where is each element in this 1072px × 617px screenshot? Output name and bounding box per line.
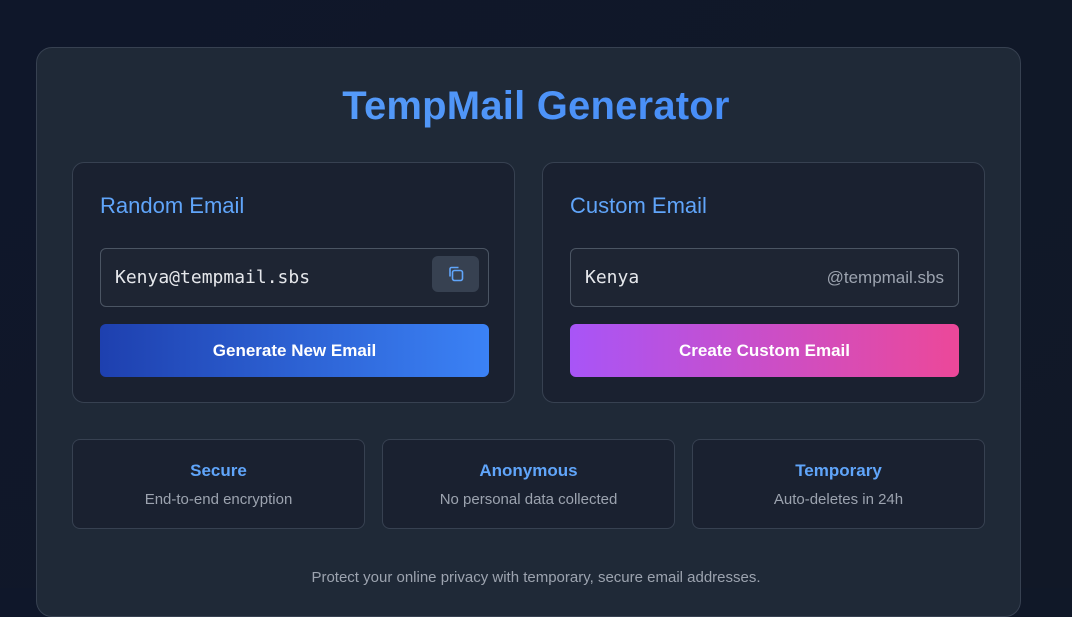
feature-card-anonymous: Anonymous No personal data collected [382, 439, 675, 529]
custom-email-panel: Custom Email Kenya @tempmail.sbs Create … [542, 162, 985, 403]
feature-card-secure: Secure End-to-end encryption [72, 439, 365, 529]
random-email-panel: Random Email Kenya@tempmail.sbs Generate… [72, 162, 515, 403]
feature-description: End-to-end encryption [144, 491, 293, 508]
footer-text: Protect your online privacy with tempora… [311, 569, 761, 586]
copy-icon [448, 266, 463, 282]
custom-username-value[interactable]: Kenya [585, 267, 639, 288]
feature-card-temporary: Temporary Auto-deletes in 24h [692, 439, 985, 529]
custom-username-input[interactable]: Kenya @tempmail.sbs [570, 248, 959, 307]
page-title: TempMail Generator [0, 84, 1072, 129]
feature-title: Secure [190, 461, 247, 480]
random-email-heading: Random Email [100, 193, 245, 218]
feature-title: Temporary [795, 461, 882, 480]
copy-button[interactable] [432, 256, 479, 292]
generated-email-field[interactable]: Kenya@tempmail.sbs [100, 248, 489, 307]
generate-new-email-button[interactable]: Generate New Email [100, 324, 489, 377]
create-custom-email-button[interactable]: Create Custom Email [570, 324, 959, 377]
custom-email-heading: Custom Email [570, 193, 707, 218]
feature-description: No personal data collected [439, 491, 618, 508]
feature-title: Anonymous [479, 461, 578, 480]
generated-email-value[interactable]: Kenya@tempmail.sbs [115, 267, 310, 288]
domain-suffix: @tempmail.sbs [826, 268, 944, 287]
feature-description: Auto-deletes in 24h [773, 491, 904, 508]
